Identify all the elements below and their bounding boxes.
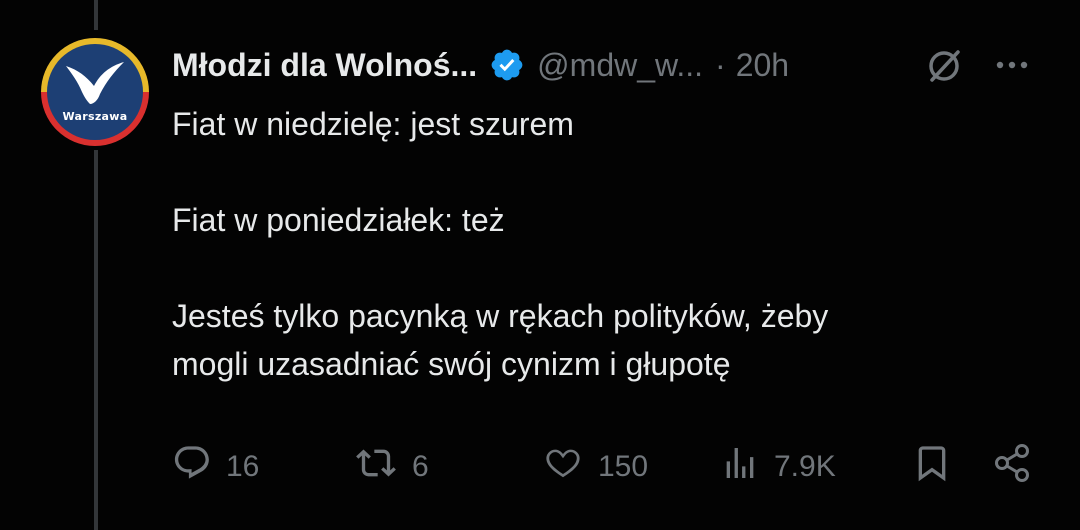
bookmark-button[interactable] — [912, 440, 952, 494]
like-icon — [542, 443, 584, 491]
verified-badge-icon[interactable] — [489, 47, 525, 83]
repost-count: 6 — [412, 450, 429, 483]
repost-icon — [354, 443, 398, 491]
views-icon — [720, 443, 760, 491]
tweet-line: Fiat w niedzielę: jest szurem — [172, 106, 574, 142]
views-button[interactable]: 7.9K — [720, 440, 836, 494]
share-button[interactable] — [992, 440, 1034, 494]
like-count: 150 — [598, 450, 649, 483]
tweet-line: mogli uzasadniać swój cynizm i głupotę — [172, 346, 731, 382]
thread-line-bottom — [94, 150, 98, 530]
reply-button[interactable]: 16 — [172, 440, 259, 494]
grok-icon[interactable] — [924, 46, 964, 91]
bookmark-icon — [912, 443, 952, 491]
avatar-label: Warszawa — [62, 110, 128, 123]
reply-icon — [172, 443, 212, 491]
avatar-image: Warszawa — [47, 44, 143, 140]
like-button[interactable]: 150 — [542, 440, 648, 494]
share-icon — [992, 442, 1034, 492]
author-handle[interactable]: @mdw_w... — [537, 47, 703, 84]
tweet-header: Młodzi dla Wolnoś... @mdw_w... · 20h — [172, 40, 789, 90]
tweet-text: Fiat w niedzielę: jest szurem Fiat w pon… — [172, 100, 1052, 388]
reply-count: 16 — [226, 450, 260, 483]
views-count: 7.9K — [774, 450, 836, 483]
thread-line-top — [94, 0, 98, 30]
tweet-line: Fiat w poniedziałek: też — [172, 202, 505, 238]
tweet-timestamp[interactable]: 20h — [736, 47, 789, 84]
repost-button[interactable]: 6 — [354, 440, 429, 494]
tweet-actions: 16 6 150 7.9K — [172, 440, 1042, 494]
bird-logo-icon — [66, 62, 124, 104]
tweet-line: Jesteś tylko pacynką w rękach polityków,… — [172, 298, 829, 334]
author-name[interactable]: Młodzi dla Wolnoś... — [172, 47, 477, 84]
avatar[interactable]: Warszawa — [41, 38, 149, 146]
separator-dot: · — [715, 46, 726, 83]
more-icon[interactable] — [992, 50, 1032, 85]
